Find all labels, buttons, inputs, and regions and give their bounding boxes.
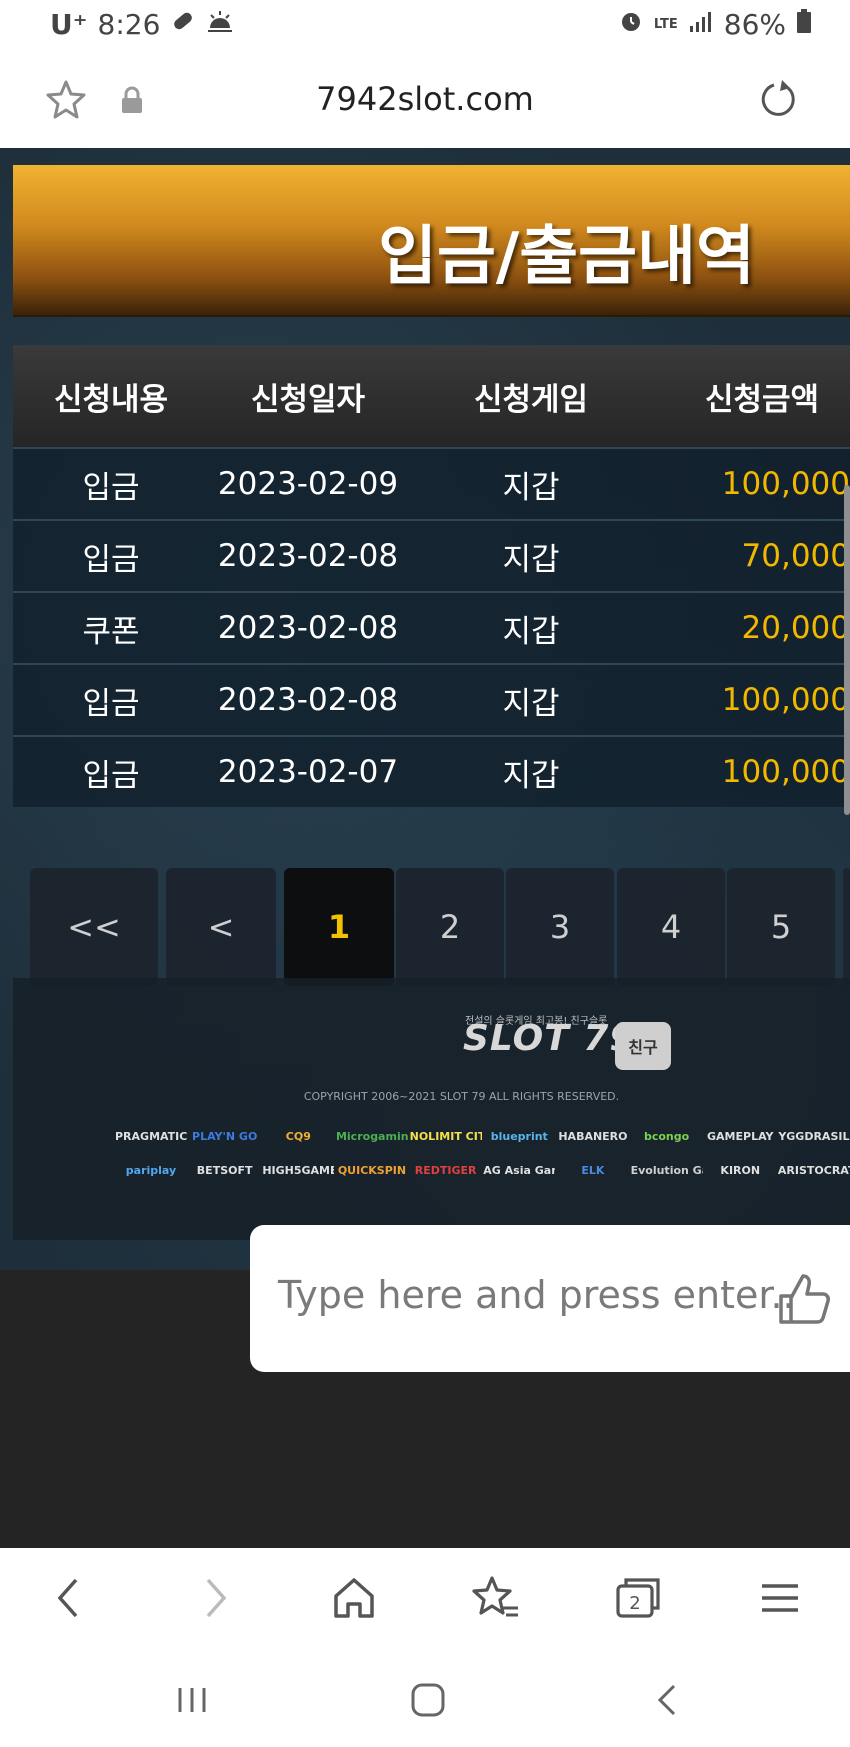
forward-icon[interactable]	[186, 1570, 242, 1626]
table-row: 입금 2023-02-08 지갑 70,000	[13, 519, 850, 591]
bookmarks-icon[interactable]	[468, 1570, 524, 1626]
carrier-label: U⁺	[50, 8, 88, 41]
row-game: 지갑	[502, 685, 560, 722]
row-amount: 20,000	[741, 610, 850, 646]
provider-logo: HIGH5GAMES	[262, 1164, 335, 1177]
row-date: 2023-02-08	[217, 682, 399, 718]
thumbs-up-icon[interactable]	[775, 1270, 833, 1328]
provider-logo: ELK	[581, 1164, 605, 1177]
table-row: 쿠폰 2023-02-08 지갑 20,000	[13, 591, 850, 663]
row-date: 2023-02-08	[217, 538, 399, 574]
pagination-first-button[interactable]: <<	[30, 868, 158, 986]
battery-icon	[796, 8, 812, 41]
table-header: 신청내용 신청일자 신청게임 신청금액	[13, 345, 850, 447]
provider-logo: pariplay	[125, 1164, 177, 1177]
tabs-icon[interactable]: 2	[610, 1570, 666, 1626]
row-type: 입금	[82, 469, 140, 506]
system-back-icon[interactable]	[648, 1680, 688, 1720]
provider-logo: AG Asia Gaming	[483, 1164, 555, 1177]
home-button-icon[interactable]	[408, 1680, 448, 1720]
chat-widget[interactable]: Type here and press enter..	[250, 1225, 850, 1372]
provider-logos-row-1: PRAGMATIC PLAY PLAY'N GO CQ9 Microgaming…	[115, 1130, 850, 1143]
site-footer: 전설의 슬롯게임 최고봉! 친구슬롯 SLOT 79 친구 COPYRIGHT …	[13, 978, 850, 1240]
row-game: 지갑	[502, 469, 560, 506]
table-row: 입금 2023-02-08 지갑 100,000	[13, 663, 850, 735]
svg-text:2: 2	[629, 1593, 640, 1614]
provider-logo: PRAGMATIC PLAY	[115, 1130, 187, 1143]
browser-toolbar: 2	[0, 1548, 850, 1648]
row-game: 지갑	[502, 757, 560, 794]
row-type: 입금	[82, 685, 140, 722]
pagination-page-4[interactable]: 4	[617, 868, 725, 986]
page-scrollbar[interactable]	[844, 485, 850, 815]
provider-logo: YGGDRASIL	[778, 1130, 850, 1143]
transaction-table: 신청내용 신청일자 신청게임 신청금액 입금 2023-02-09 지갑 100…	[13, 345, 850, 807]
provider-logo: BETSOFT	[196, 1164, 253, 1177]
provider-logo: Evolution Gaming	[630, 1164, 703, 1177]
menu-icon[interactable]	[752, 1570, 808, 1626]
pagination-prev-button[interactable]: <	[166, 868, 276, 986]
back-icon[interactable]	[42, 1570, 98, 1626]
provider-logo: QUICKSPIN	[337, 1164, 407, 1177]
logo-badge: 친구	[615, 1022, 671, 1070]
row-date: 2023-02-07	[217, 754, 399, 790]
page-title: 입금/출금내역	[378, 220, 755, 294]
row-game: 지갑	[502, 613, 560, 650]
network-type: LTE	[653, 17, 678, 32]
row-amount: 70,000	[741, 538, 850, 574]
row-type: 입금	[82, 757, 140, 794]
reload-icon[interactable]	[756, 78, 800, 122]
provider-logo: GAMEPLAY	[707, 1130, 774, 1143]
row-amount: 100,000	[721, 754, 850, 790]
row-amount: 100,000	[721, 466, 850, 502]
row-game: 지갑	[502, 541, 560, 578]
system-navigation-bar	[0, 1648, 850, 1747]
row-date: 2023-02-09	[217, 466, 399, 502]
provider-logo: NOLIMIT CITY	[409, 1130, 482, 1143]
title-banner: 입금/출금내역	[13, 165, 850, 317]
signal-icon	[688, 8, 714, 41]
header-date: 신청일자	[250, 381, 366, 418]
row-type: 입금	[82, 541, 140, 578]
pill-icon	[170, 8, 196, 41]
provider-logo: HABANERO	[558, 1130, 628, 1143]
pagination-next-button[interactable]	[843, 868, 850, 986]
home-icon[interactable]	[326, 1570, 382, 1626]
row-date: 2023-02-08	[217, 610, 399, 646]
pagination-page-3[interactable]: 3	[506, 868, 614, 986]
provider-logo: ARISTOCRAT	[777, 1164, 850, 1177]
provider-logos-row-2: pariplay BETSOFT HIGH5GAMES QUICKSPIN RE…	[115, 1164, 850, 1177]
provider-logo: REDTIGER	[414, 1164, 477, 1177]
provider-logo: CQ9	[285, 1130, 311, 1143]
row-type: 쿠폰	[82, 613, 140, 650]
chat-input-placeholder[interactable]: Type here and press enter..	[278, 1273, 795, 1317]
provider-logo: KIRON	[720, 1164, 761, 1177]
provider-logo: PLAY'N GO	[192, 1130, 258, 1143]
site-logo[interactable]: SLOT 79	[463, 1018, 635, 1059]
status-bar: U⁺ 8:26 LTE 86%	[0, 0, 850, 52]
recent-apps-icon[interactable]	[172, 1680, 212, 1720]
url-text[interactable]: 7942slot.com	[0, 80, 850, 118]
clock: 8:26	[97, 8, 161, 41]
provider-logo: bcongo	[643, 1130, 690, 1143]
header-amount: 신청금액	[705, 381, 820, 418]
copyright-text: COPYRIGHT 2006~2021 SLOT 79 ALL RIGHTS R…	[303, 1090, 620, 1103]
weather-icon	[206, 8, 234, 41]
pagination-page-5[interactable]: 5	[727, 868, 835, 986]
table-row: 입금 2023-02-09 지갑 100,000	[13, 447, 850, 519]
pagination-page-1[interactable]: 1	[284, 868, 394, 986]
table-row: 입금 2023-02-07 지갑 100,000	[13, 735, 850, 807]
row-amount: 100,000	[721, 682, 850, 718]
provider-logo: Microgaming	[335, 1130, 408, 1143]
header-game: 신청게임	[473, 381, 589, 418]
battery-level: 86%	[723, 8, 786, 41]
browser-url-bar: 7942slot.com	[0, 52, 850, 148]
pagination-page-2[interactable]: 2	[396, 868, 504, 986]
alarm-icon	[618, 8, 644, 41]
provider-logo: blueprint	[490, 1130, 548, 1143]
header-type: 신청내용	[53, 381, 169, 418]
